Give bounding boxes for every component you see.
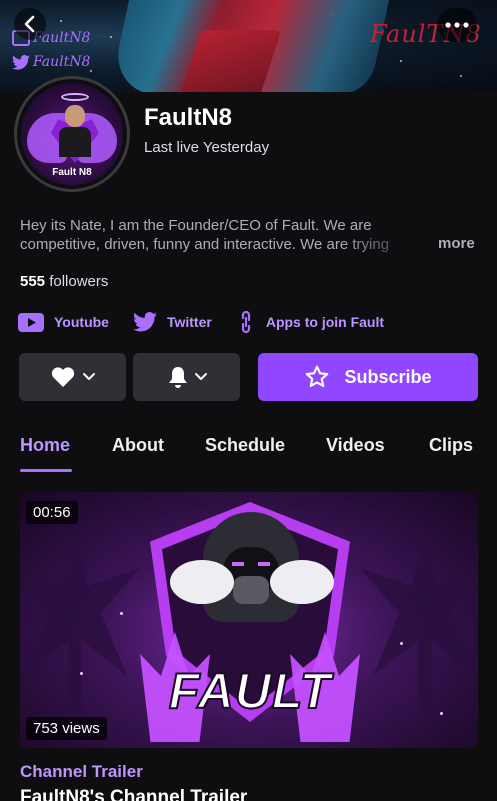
tab-about[interactable]: About: [112, 435, 164, 456]
subscribe-label: Subscribe: [344, 366, 432, 387]
youtube-icon: [18, 312, 44, 332]
video-title[interactable]: FaultN8's Channel Trailer: [20, 787, 247, 801]
bio-fade: [340, 235, 435, 255]
social-link-youtube[interactable]: Youtube: [18, 312, 109, 332]
followers-count: 555 followers: [20, 273, 108, 290]
heart-icon: [51, 367, 74, 387]
banner-star: [60, 20, 62, 22]
followers-label: followers: [49, 273, 109, 290]
banner-star: [90, 70, 92, 72]
banner-twitter-text: FaultN8: [33, 54, 91, 70]
active-tab-indicator: [20, 469, 72, 472]
video-section-label: Channel Trailer: [20, 762, 143, 781]
thumbnail-sparkle: [440, 712, 443, 715]
banner-twitter-handle: FaultN8: [12, 54, 90, 70]
last-live-status: Last live Yesterday: [144, 139, 270, 156]
ellipsis-icon: [445, 22, 469, 28]
channel-name: FaultN8: [144, 104, 233, 131]
thumbnail-smoke-right: [270, 560, 334, 604]
follow-button[interactable]: [19, 353, 126, 401]
thumbnail-sparkle: [120, 612, 123, 615]
subscribe-button[interactable]: Subscribe: [258, 353, 478, 401]
chevron-left-icon: [24, 15, 35, 33]
followers-number: 555: [20, 273, 46, 290]
video-duration-badge: 00:56: [26, 501, 78, 524]
social-link-label: Twitter: [166, 314, 212, 330]
thumbnail-logo-text: FAULT: [168, 662, 332, 720]
bio-more-link[interactable]: more: [438, 235, 475, 252]
avatar-caption: Fault N8: [52, 167, 92, 178]
tab-videos[interactable]: Videos: [326, 435, 385, 456]
thumbnail-palm-right: [360, 532, 478, 712]
tab-clips[interactable]: Clips: [429, 435, 473, 456]
avatar-person-body: [59, 127, 91, 157]
thumbnail-sparkle: [400, 642, 403, 645]
social-link-label: Apps to join Fault: [265, 314, 385, 330]
link-icon: [241, 310, 250, 334]
avatar-artwork: Fault N8: [21, 83, 123, 185]
star-icon: [306, 365, 329, 388]
thumbnail-eye: [258, 562, 270, 566]
social-links: Youtube Twitter Apps to join Fault: [18, 309, 408, 335]
tab-home[interactable]: Home: [20, 435, 70, 456]
social-link-twitter[interactable]: Twitter: [132, 312, 212, 332]
video-views-badge: 753 views: [26, 717, 107, 740]
social-link-apps[interactable]: Apps to join Fault: [236, 309, 384, 335]
tab-schedule[interactable]: Schedule: [205, 435, 285, 456]
thumbnail-eye: [232, 562, 244, 566]
thumbnail-gas-mask: [233, 576, 269, 604]
thumbnail-palm-left: [20, 532, 140, 712]
video-thumbnail[interactable]: FAULT: [20, 492, 478, 748]
channel-tabs: Home About Schedule Videos Clips: [0, 435, 497, 475]
channel-avatar[interactable]: Fault N8: [14, 76, 130, 192]
chevron-down-icon: [194, 373, 207, 380]
back-button[interactable]: [14, 8, 46, 40]
avatar-person: [59, 105, 91, 157]
banner-star: [110, 36, 112, 38]
more-options-button[interactable]: [437, 8, 477, 42]
thumbnail-smoke-left: [170, 560, 234, 604]
avatar-person-head: [65, 105, 85, 127]
bell-icon: [168, 367, 187, 388]
twitter-logo-icon: [12, 54, 30, 70]
notifications-button[interactable]: [133, 353, 240, 401]
twitter-icon: [132, 312, 157, 332]
avatar-halo: [61, 93, 89, 101]
chevron-down-icon: [82, 373, 95, 380]
social-link-label: Youtube: [54, 314, 109, 330]
thumbnail-sparkle: [80, 672, 83, 675]
banner-star: [400, 60, 402, 62]
banner-star: [460, 75, 462, 77]
